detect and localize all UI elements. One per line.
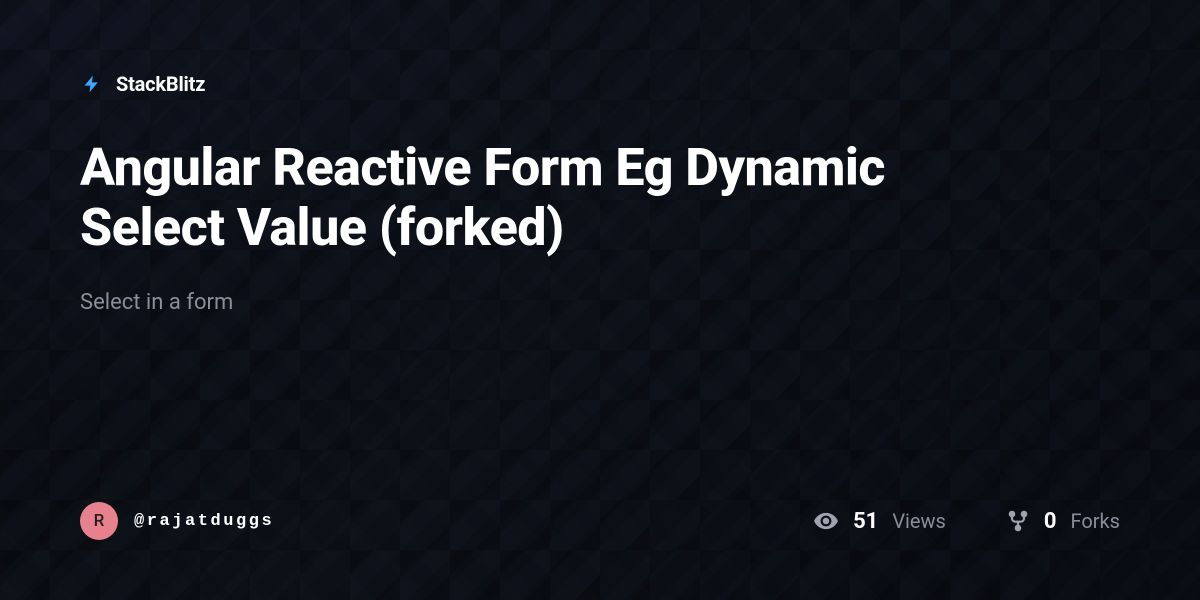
brand-name: StackBlitz xyxy=(116,72,205,96)
bolt-icon xyxy=(80,72,104,96)
views-label: Views xyxy=(892,509,946,533)
views-stat: 51 Views xyxy=(813,508,946,534)
fork-icon xyxy=(1006,509,1030,533)
forks-count: 0 xyxy=(1044,509,1057,534)
brand-header: StackBlitz xyxy=(80,72,1120,96)
avatar: R xyxy=(80,502,118,540)
project-description: Select in a form xyxy=(80,290,1120,315)
footer: R @rajatduggs 51 Views xyxy=(80,502,1120,540)
project-title: Angular Reactive Form Eg Dynamic Select … xyxy=(80,138,980,258)
forks-label: Forks xyxy=(1071,509,1121,533)
author-section[interactable]: R @rajatduggs xyxy=(80,502,274,540)
project-card: StackBlitz Angular Reactive Form Eg Dyna… xyxy=(0,0,1200,600)
stats-section: 51 Views 0 Forks xyxy=(813,508,1120,534)
forks-stat: 0 Forks xyxy=(1006,509,1120,534)
username: @rajatduggs xyxy=(134,512,274,531)
eye-icon xyxy=(813,508,839,534)
views-count: 51 xyxy=(853,509,878,534)
